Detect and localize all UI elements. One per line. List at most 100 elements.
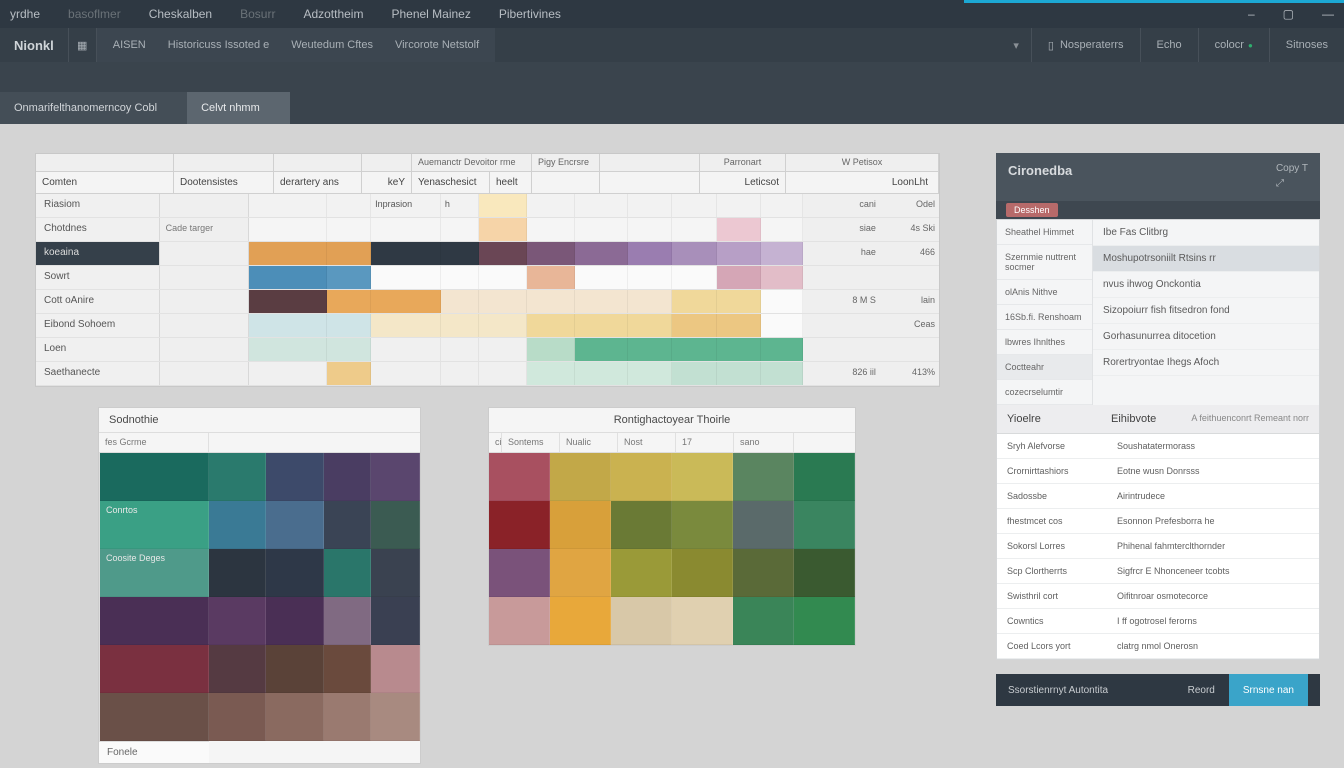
menu-item-4[interactable]: Adzottheim [303, 7, 363, 21]
color-swatch[interactable] [672, 501, 733, 549]
color-swatch[interactable] [672, 549, 733, 597]
grid-row[interactable]: Loen [36, 338, 939, 362]
window-close-icon[interactable]: — [1322, 7, 1334, 21]
color-swatch[interactable] [100, 645, 209, 693]
tab-1[interactable]: Celvt nhmm [187, 92, 290, 124]
menu-item-2[interactable]: Cheskalben [149, 7, 212, 21]
grid-row[interactable]: koeainahae466 [36, 242, 939, 266]
menu-item-0[interactable]: yrdhe [10, 7, 40, 21]
color-swatch[interactable] [733, 453, 794, 501]
tb-right-0[interactable]: ▯Nosperaterrs [1031, 28, 1140, 62]
color-swatch[interactable] [266, 549, 323, 597]
color-swatch[interactable] [371, 549, 420, 597]
color-swatch[interactable] [794, 453, 855, 501]
copy-icon[interactable]: Copy T [1276, 163, 1308, 174]
color-swatch[interactable] [550, 501, 611, 549]
dropdown-icon[interactable]: ▾ [1001, 39, 1031, 52]
grid-row[interactable]: Cott oAnire8 M Slain [36, 290, 939, 314]
menu-item-3[interactable]: Bosurr [240, 7, 275, 21]
color-swatch[interactable] [371, 693, 420, 741]
color-swatch[interactable]: Coosite Deges [100, 549, 209, 597]
side-right-item[interactable]: Moshupotrsoniilt Rtsins rr [1093, 246, 1319, 272]
grid-row[interactable]: Saethanecte826 iil413% [36, 362, 939, 386]
color-swatch[interactable] [611, 501, 672, 549]
side-left-item[interactable]: cozecrselumtir [997, 380, 1092, 405]
side-right-item[interactable]: Gorhasunurrea ditocetion [1093, 324, 1319, 350]
color-swatch[interactable] [266, 597, 323, 645]
color-swatch[interactable] [324, 597, 372, 645]
color-swatch[interactable] [550, 597, 611, 645]
color-swatch[interactable] [611, 597, 672, 645]
side-table-row[interactable]: SadossbeAirintrudece [997, 484, 1319, 509]
color-swatch[interactable] [733, 501, 794, 549]
color-swatch[interactable] [266, 501, 323, 549]
side-table-row[interactable]: CownticsI ff ogotrosel ferorns [997, 609, 1319, 634]
window-maximize-icon[interactable]: ▢ [1283, 7, 1294, 21]
side-left-item[interactable]: 16Sb.fi. Renshoam [997, 305, 1092, 330]
color-swatch[interactable] [794, 549, 855, 597]
color-swatch[interactable] [489, 453, 550, 501]
color-swatch[interactable] [100, 693, 209, 741]
menu-item-1[interactable]: basoflmer [68, 7, 121, 21]
menu-item-5[interactable]: Phenel Mainez [391, 7, 470, 21]
color-swatch[interactable] [266, 645, 323, 693]
color-swatch[interactable] [611, 453, 672, 501]
side-right-item[interactable]: Sizopoiurr fish fitsedron fond [1093, 298, 1319, 324]
color-swatch[interactable] [489, 501, 550, 549]
color-swatch[interactable] [324, 453, 372, 501]
side-left-item[interactable]: lbwres Ihnlthes [997, 330, 1092, 355]
toolbar-home[interactable]: Nionkl [0, 38, 68, 53]
tb-item-0[interactable]: AISEN [113, 39, 146, 51]
grid-icon[interactable]: ▦ [68, 28, 96, 62]
side-right-item[interactable]: Ibe Fas Clitbrg [1093, 220, 1319, 246]
grid-row[interactable]: ChotdnesCade targersiae4s Ski [36, 218, 939, 242]
color-swatch[interactable] [371, 501, 420, 549]
tb-right-1[interactable]: Echo [1140, 28, 1198, 62]
side-table-row[interactable]: Coed Lcors yortclatrg nmol Onerosn [997, 634, 1319, 659]
color-swatch[interactable] [611, 549, 672, 597]
color-swatch[interactable] [209, 501, 266, 549]
color-swatch[interactable] [489, 597, 550, 645]
color-swatch[interactable] [371, 453, 420, 501]
color-swatch[interactable] [100, 453, 209, 501]
color-swatch[interactable] [324, 645, 372, 693]
color-swatch[interactable] [324, 549, 372, 597]
side-table-row[interactable]: Swisthril cortOifitnroar osmotecorce [997, 584, 1319, 609]
side-table-row[interactable]: Sryh AlefvorseSoushatatermorass [997, 434, 1319, 459]
side-left-item[interactable]: Szernmie nuttrent socmer [997, 245, 1092, 280]
tb-right-3[interactable]: Sitnoses [1269, 28, 1344, 62]
color-swatch[interactable] [794, 597, 855, 645]
color-swatch[interactable] [550, 453, 611, 501]
color-swatch[interactable] [324, 693, 372, 741]
color-swatch[interactable] [733, 597, 794, 645]
color-swatch[interactable] [672, 453, 733, 501]
side-table-row[interactable]: Scp ClortherrtsSigfrcr E Nhonceneer tcob… [997, 559, 1319, 584]
menu-item-6[interactable]: Pibertivines [499, 7, 561, 21]
expand-icon[interactable]: ⤢ [1276, 178, 1308, 189]
side-left-item[interactable]: Sheathel Himmet [997, 220, 1092, 245]
side-left-item[interactable]: Coctteahr [997, 355, 1092, 380]
color-swatch[interactable] [209, 693, 266, 741]
color-swatch[interactable] [672, 597, 733, 645]
color-swatch[interactable] [371, 645, 420, 693]
tab-0[interactable]: Onmarifelthanomerncoy Cobl [0, 92, 187, 124]
color-swatch[interactable] [550, 549, 611, 597]
tb-item-3[interactable]: Vircorote Netstolf [395, 39, 479, 51]
side-right-item[interactable]: Rorertryontae Ihegs Afoch [1093, 350, 1319, 376]
window-minimize-icon[interactable]: ‒ [1248, 7, 1255, 21]
color-swatch[interactable] [794, 501, 855, 549]
grid-row[interactable]: Eibond SohoemCeas [36, 314, 939, 338]
color-swatch[interactable] [266, 453, 323, 501]
tb-right-2[interactable]: colocr [1198, 28, 1269, 62]
side-left-item[interactable]: olAnis Nithve [997, 280, 1092, 305]
color-swatch[interactable] [209, 549, 266, 597]
tb-item-1[interactable]: Historicuss Issoted e [168, 39, 269, 51]
color-swatch[interactable] [733, 549, 794, 597]
color-swatch[interactable] [489, 549, 550, 597]
side-table-row[interactable]: CrornirttashiorsEotne wusn Donrsss [997, 459, 1319, 484]
side-table-row[interactable]: fhestmcet cosEsonnon Prefesborra he [997, 509, 1319, 534]
grid-row[interactable]: RiasiomInprasionhcaniOdel [36, 194, 939, 218]
color-swatch[interactable] [100, 597, 209, 645]
side-table-row[interactable]: Sokorsl LorresPhihenal fahmterclthornder [997, 534, 1319, 559]
color-swatch[interactable] [209, 597, 266, 645]
